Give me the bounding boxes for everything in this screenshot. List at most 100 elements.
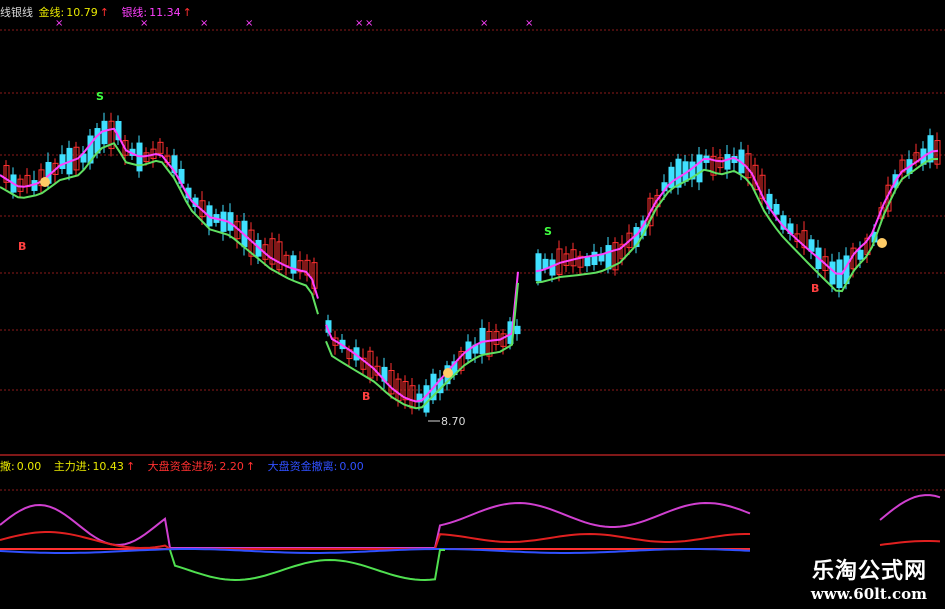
candle xyxy=(556,240,563,282)
watermark: 乐淘公式网 www.60lt.com xyxy=(811,553,927,603)
candle-body xyxy=(605,245,612,270)
candle xyxy=(808,235,815,260)
chart-canvas[interactable]: × × × × × × × × BBBSS 8.70 xyxy=(0,0,945,609)
candle xyxy=(129,142,136,160)
candle xyxy=(577,251,584,276)
gold-label: 金线: xyxy=(38,6,65,19)
silver-label: 银线: xyxy=(121,6,148,19)
cross-marker: × xyxy=(480,18,488,29)
candle xyxy=(927,128,934,169)
gold-value: 10.79 xyxy=(66,6,98,19)
top-legend: 线银线 金线: 10.79 ↑ 银线: 11.34 ↑ xyxy=(0,4,194,20)
candle-body xyxy=(773,204,780,215)
candle xyxy=(801,221,808,255)
candle-body xyxy=(724,154,731,170)
silver-arrow: ↑ xyxy=(182,6,192,19)
legend-inflow-label: 大盘资金进场: xyxy=(147,460,218,473)
candle xyxy=(535,249,542,286)
cross-dot xyxy=(443,368,453,378)
gold-arrow: ↑ xyxy=(99,6,109,19)
candle xyxy=(780,210,787,234)
signal-b: B xyxy=(811,282,819,295)
candle xyxy=(409,378,416,415)
candle xyxy=(3,160,10,189)
candle-body xyxy=(696,154,703,183)
low-price-annotation: 8.70 xyxy=(428,415,466,428)
candle xyxy=(227,203,234,239)
candle xyxy=(633,223,640,254)
candle xyxy=(59,145,66,174)
cross-marker: × xyxy=(355,18,363,29)
candle xyxy=(437,370,444,401)
candle xyxy=(388,363,395,399)
market-inflow-line xyxy=(0,531,750,550)
silver-line xyxy=(0,141,939,410)
market-inflow-line-right xyxy=(879,540,941,546)
signal-s: S xyxy=(96,90,104,103)
candle xyxy=(675,153,682,195)
signal-b: B xyxy=(18,240,26,253)
cross-marker: × xyxy=(525,18,533,29)
grid-lines xyxy=(0,29,945,491)
legend-outflow-value: 0.00 xyxy=(339,460,364,473)
candle xyxy=(108,112,115,157)
candle xyxy=(514,319,521,341)
candle-body xyxy=(514,325,521,335)
candle xyxy=(696,146,703,191)
candle-body xyxy=(927,135,934,163)
candle xyxy=(563,246,570,272)
candle-body xyxy=(535,253,542,282)
legend-inflow-value: 2.20 xyxy=(219,460,244,473)
indicator-name: 线银线 xyxy=(0,6,33,19)
candle xyxy=(304,254,311,282)
candle xyxy=(612,237,619,276)
candle xyxy=(374,356,381,381)
trade-signals: B B B S S xyxy=(18,90,887,403)
candle-body xyxy=(857,249,864,260)
watermark-title: 乐淘公式网 xyxy=(811,558,927,584)
low-price-label: 8.70 xyxy=(441,415,466,428)
candle xyxy=(290,250,297,282)
candle xyxy=(787,217,794,241)
legend-inflow-arrow: ↑ xyxy=(245,460,256,473)
candlesticks[interactable] xyxy=(3,112,941,417)
cross-marker: × xyxy=(200,18,208,29)
candle xyxy=(794,224,801,249)
candle xyxy=(276,233,283,275)
candle xyxy=(24,168,31,194)
legend-retreat-label: 撒: xyxy=(0,460,15,473)
cross-dot xyxy=(877,238,887,248)
cross-dot xyxy=(40,177,50,187)
candle xyxy=(220,204,227,241)
legend-main-force-label: 主力进: xyxy=(53,460,91,473)
candle-body xyxy=(584,256,591,267)
legend-outflow-label: 大盘资金撤离: xyxy=(267,460,338,473)
candle xyxy=(493,323,500,351)
candle-body xyxy=(290,255,297,274)
cross-marker: × xyxy=(245,18,253,29)
candle-body xyxy=(591,251,598,266)
retreat-line xyxy=(169,549,445,582)
main-force-line-right xyxy=(879,494,941,521)
candle xyxy=(269,232,276,271)
candle xyxy=(381,357,388,389)
candle xyxy=(598,247,605,266)
cross-marker: × xyxy=(365,18,373,29)
legend-retreat-value: 0.00 xyxy=(16,460,42,473)
candle xyxy=(591,243,598,271)
candle-body xyxy=(94,128,101,154)
silver-value: 11.34 xyxy=(149,6,181,19)
candle xyxy=(570,242,577,273)
legend-main-force-value: 10.43 xyxy=(92,460,124,473)
candle-body xyxy=(101,120,108,145)
signal-b: B xyxy=(362,390,370,403)
candle-body xyxy=(423,385,430,413)
main-force-line xyxy=(0,501,751,549)
signal-s: S xyxy=(544,225,552,238)
watermark-url: www.60lt.com xyxy=(810,585,927,603)
candle xyxy=(297,251,304,280)
legend-main-force-arrow: ↑ xyxy=(125,460,136,473)
candle xyxy=(710,146,717,181)
bottom-legend: 撒: 0.00 主力进: 10.43 ↑ 大盘资金进场: 2.20 ↑ 大盘资金撤离: 0.… xyxy=(0,458,366,474)
candle-body xyxy=(59,154,66,170)
